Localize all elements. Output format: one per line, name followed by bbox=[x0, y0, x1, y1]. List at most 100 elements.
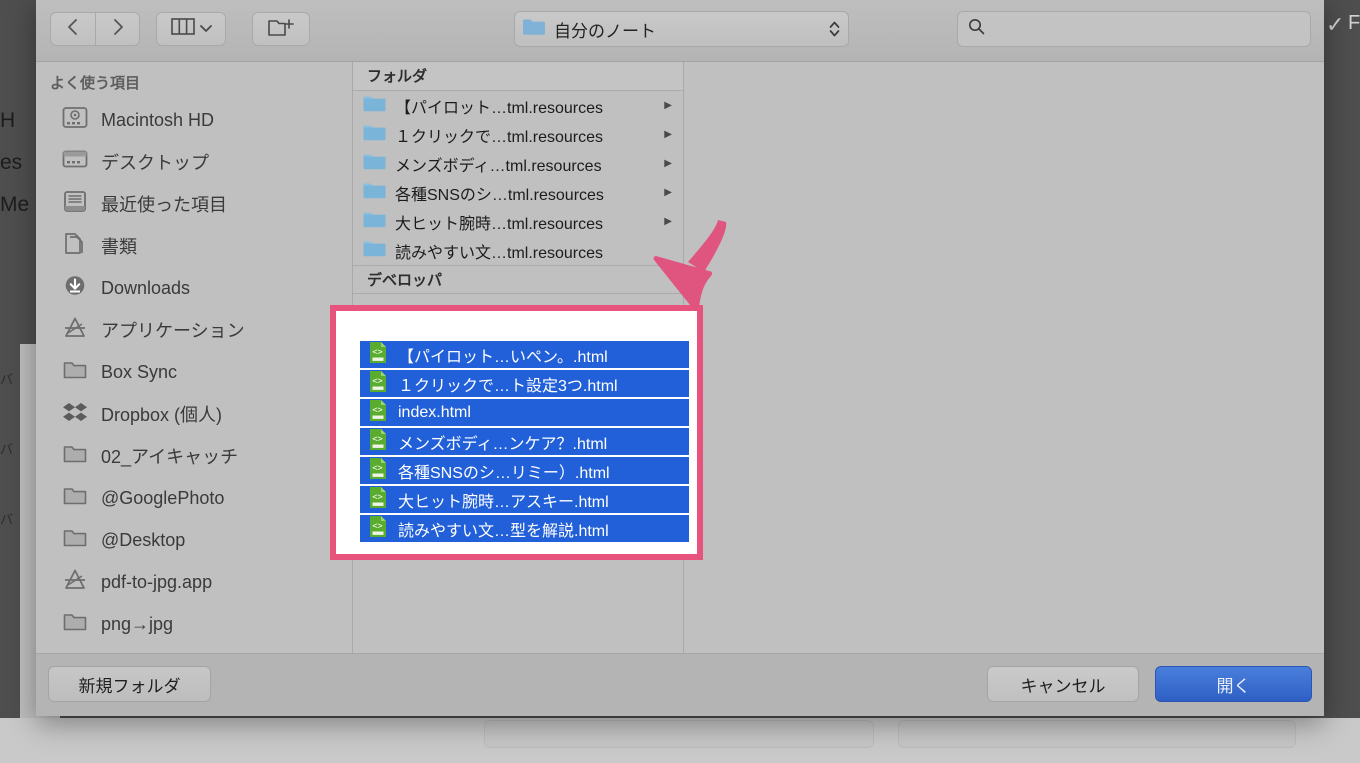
file-row-name: 各種SNSのシ…リミー）.html bbox=[398, 464, 610, 482]
folder-icon bbox=[523, 18, 545, 40]
files-column bbox=[684, 62, 1324, 653]
sidebar-item-label: デスクトップ bbox=[101, 153, 209, 173]
sidebar-item-6[interactable]: アプリケーション bbox=[36, 309, 352, 351]
new-folder-button[interactable]: 新規フォルダ bbox=[48, 666, 211, 702]
background-left-row-labels: バ バ バ bbox=[0, 345, 20, 763]
html-file-icon: <> bbox=[368, 428, 388, 455]
file-row-name: 大ヒット腕時…アスキー.html bbox=[398, 493, 609, 511]
html-file-icon: <> bbox=[368, 341, 388, 368]
folder-icon bbox=[62, 526, 88, 554]
sidebar-item-13[interactable]: png→jpg bbox=[36, 603, 352, 645]
svg-text:<>: <> bbox=[372, 376, 382, 386]
sidebar-item-12[interactable]: pdf-to-jpg.app bbox=[36, 561, 352, 603]
sidebar-item-8[interactable]: Dropbox (個人) bbox=[36, 393, 352, 435]
file-row[interactable]: <> １クリックで…ト設定3つ.html bbox=[360, 370, 689, 397]
folder-icon bbox=[62, 610, 88, 638]
file-row-name: １クリックで…ト設定3つ.html bbox=[398, 377, 618, 395]
folder-row[interactable]: メンズボディ…tml.resources ▶ bbox=[353, 149, 683, 178]
new-folder-icon bbox=[268, 17, 294, 42]
file-row[interactable]: <> メンズボディ…ンケア？.html bbox=[360, 428, 689, 455]
background-text-line: es bbox=[0, 151, 23, 174]
background-right-letter: F bbox=[1348, 12, 1360, 34]
check-icon: ✓ bbox=[1326, 12, 1345, 37]
folder-icon bbox=[62, 442, 88, 470]
sidebar-item-10[interactable]: @GooglePhoto bbox=[36, 477, 352, 519]
developer-section-header: デベロッパ bbox=[353, 265, 683, 294]
background-text-line: H bbox=[0, 109, 16, 132]
html-file-icon: <> bbox=[368, 486, 388, 513]
applications-icon bbox=[62, 568, 88, 596]
svg-text:<>: <> bbox=[372, 434, 382, 444]
svg-text:<>: <> bbox=[372, 492, 382, 502]
sidebar-item-1[interactable]: Macintosh HD bbox=[36, 99, 352, 141]
folder-icon bbox=[363, 212, 386, 232]
dropbox-icon bbox=[62, 400, 88, 428]
svg-text:<>: <> bbox=[372, 347, 382, 357]
file-row[interactable]: <> 【パイロット…いペン。.html bbox=[360, 341, 689, 368]
folder-row[interactable]: １クリックで…tml.resources ▶ bbox=[353, 120, 683, 149]
sidebar-item-label: Box Sync bbox=[101, 361, 178, 382]
file-row-name: 【パイロット…いペン。.html bbox=[398, 348, 608, 366]
file-row-name: メンズボディ…ンケア？.html bbox=[398, 435, 608, 453]
background-card bbox=[898, 720, 1296, 748]
background-row-label: バ bbox=[0, 442, 14, 457]
sidebar-item-7[interactable]: Box Sync bbox=[36, 351, 352, 393]
background-text-line: Me bbox=[0, 193, 30, 216]
sidebar-item-label: Macintosh HD bbox=[101, 109, 215, 130]
html-file-icon: <> bbox=[368, 515, 388, 542]
disclosure-triangle-icon[interactable]: ▶ bbox=[664, 129, 672, 140]
background-window-text: H es Me bbox=[0, 0, 36, 340]
sidebar-item-2[interactable]: デスクトップ bbox=[36, 141, 352, 183]
folder-row[interactable]: 読みやすい文…tml.resources bbox=[353, 236, 683, 265]
chevron-right-icon bbox=[112, 18, 124, 41]
sidebar-item-label: png→jpg bbox=[101, 613, 174, 634]
open-button[interactable]: 開く bbox=[1155, 666, 1312, 702]
file-row-name: index.html bbox=[398, 403, 471, 421]
chevron-left-icon bbox=[67, 18, 79, 41]
folder-row[interactable]: 【パイロット…tml.resources ▶ bbox=[353, 91, 683, 120]
folder-row-name: 各種SNSのシ…tml.resources bbox=[395, 186, 604, 204]
recents-icon bbox=[62, 190, 88, 218]
up-down-stepper-icon bbox=[829, 20, 840, 38]
cancel-button[interactable]: キャンセル bbox=[987, 666, 1139, 702]
folder-row[interactable]: 各種SNSのシ…tml.resources ▶ bbox=[353, 178, 683, 207]
folder-row[interactable]: 大ヒット腕時…tml.resources ▶ bbox=[353, 207, 683, 236]
path-popup-button[interactable]: 自分のノート bbox=[514, 11, 849, 47]
svg-text:<>: <> bbox=[372, 521, 382, 531]
sidebar-item-3[interactable]: 最近使った項目 bbox=[36, 183, 352, 225]
folder-row-name: メンズボディ…tml.resources bbox=[395, 157, 602, 175]
disclosure-triangle-icon[interactable]: ▶ bbox=[664, 100, 672, 111]
search-input[interactable] bbox=[993, 20, 1293, 38]
sidebar-item-4[interactable]: 書類 bbox=[36, 225, 352, 267]
sidebar-item-9[interactable]: 02_アイキャッチ bbox=[36, 435, 352, 477]
folder-row-name: 大ヒット腕時…tml.resources bbox=[395, 215, 604, 233]
file-row[interactable]: <> 大ヒット腕時…アスキー.html bbox=[360, 486, 689, 513]
background-card bbox=[484, 720, 874, 748]
sidebar: よく使う項目 Macintosh HD デスクトップ 最近使った項目 書類 Downlo… bbox=[36, 62, 353, 653]
sidebar-item-label: 02_アイキャッチ bbox=[101, 447, 239, 467]
forward-button[interactable] bbox=[95, 12, 140, 46]
sidebar-item-label: 書類 bbox=[101, 237, 137, 257]
annotation-highlight-box: <> 【パイロット…いペン。.html <> １クリックで…ト設定3つ.html… bbox=[330, 305, 703, 560]
sidebar-section-title: よく使う項目 bbox=[50, 75, 141, 92]
arrow-pointing-down-left-icon bbox=[648, 212, 748, 322]
sidebar-item-label: 最近使った項目 bbox=[101, 195, 227, 215]
file-row[interactable]: <> 読みやすい文…型を解説.html bbox=[360, 515, 689, 542]
file-row[interactable]: <> index.html bbox=[360, 399, 689, 426]
selected-files-list: <> 【パイロット…いペン。.html <> １クリックで…ト設定3つ.html… bbox=[336, 311, 697, 542]
background-right-strip: ✓ F bbox=[1324, 0, 1360, 763]
folder-icon bbox=[62, 484, 88, 512]
file-row[interactable]: <> 各種SNSのシ…リミー）.html bbox=[360, 457, 689, 484]
sidebar-item-label: @GooglePhoto bbox=[101, 487, 225, 508]
disclosure-triangle-icon[interactable]: ▶ bbox=[664, 187, 672, 198]
html-file-icon: <> bbox=[368, 370, 388, 397]
sidebar-item-list: Macintosh HD デスクトップ 最近使った項目 書類 Downloads アプリケ… bbox=[36, 99, 352, 645]
view-mode-button[interactable] bbox=[156, 12, 226, 46]
search-field[interactable] bbox=[957, 11, 1311, 47]
sidebar-item-11[interactable]: @Desktop bbox=[36, 519, 352, 561]
hard-disk-icon bbox=[62, 106, 88, 134]
back-button[interactable] bbox=[50, 12, 95, 46]
disclosure-triangle-icon[interactable]: ▶ bbox=[664, 158, 672, 169]
new-folder-toolbar-button[interactable] bbox=[252, 12, 310, 46]
sidebar-item-5[interactable]: Downloads bbox=[36, 267, 352, 309]
